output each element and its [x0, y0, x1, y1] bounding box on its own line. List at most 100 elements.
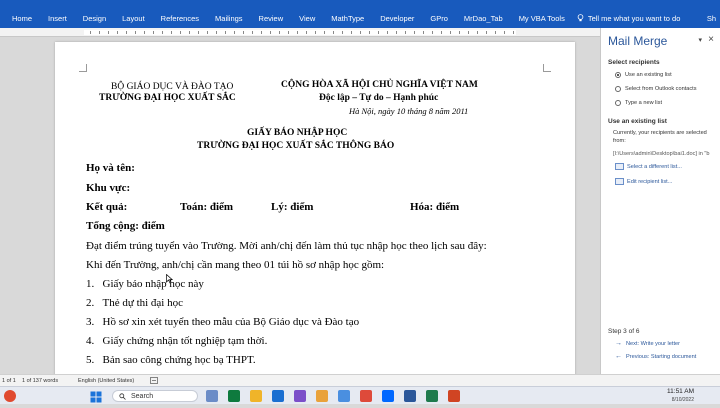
tab-my-vba-tools[interactable]: My VBA Tools [511, 14, 573, 23]
use-existing-list-heading: Use an existing list [608, 118, 667, 125]
taskbar: Search 11:51 AM 8/10/2022 [0, 386, 720, 404]
list-item: 2. Thẻ dự thi đại học [86, 297, 183, 309]
word-icon[interactable] [404, 390, 416, 402]
org-left-line-2: TRƯỜNG ĐẠI HỌC XUẤT SẮC [99, 93, 236, 103]
edit-recipient-list-link[interactable]: Edit recipient list... [627, 179, 672, 185]
clock[interactable]: 11:51 AM 8/10/2022 [667, 388, 694, 404]
tab-gpro[interactable]: GPro [422, 14, 456, 23]
tab-mathtype[interactable]: MathType [323, 14, 372, 23]
tab-mailings[interactable]: Mailings [207, 14, 251, 23]
app-icon-4[interactable] [316, 390, 328, 402]
word-count[interactable]: 1 of 137 words [22, 378, 58, 384]
ruler-tick [270, 31, 271, 34]
pane-options-dropdown[interactable]: ▾ [698, 36, 702, 44]
ruler-tick [252, 31, 253, 34]
tab-insert[interactable]: Insert [40, 14, 75, 23]
ruler-tick [405, 31, 406, 34]
radio-type-new-list[interactable]: Type a new list [615, 100, 662, 106]
ruler-tick [234, 31, 235, 34]
notification-icon[interactable] [4, 390, 16, 402]
status-bar: 1 of 1 1 of 137 words English (United St… [0, 374, 720, 386]
page-count[interactable]: 1 of 1 [2, 378, 16, 384]
ruler-tick [315, 31, 316, 34]
language-indicator[interactable]: English (United States) [78, 378, 134, 384]
ruler-tick [261, 31, 262, 34]
horizontal-ruler[interactable] [0, 28, 600, 37]
chemistry-score: Hóa: điểm [410, 201, 460, 213]
ruler-tick [135, 31, 136, 34]
tab-developer[interactable]: Developer [372, 14, 422, 23]
app-icon-3[interactable] [294, 390, 306, 402]
ruler-tick [387, 31, 388, 34]
tab-layout[interactable]: Layout [114, 14, 153, 23]
close-icon[interactable]: × [708, 34, 714, 45]
accessibility-icon[interactable] [150, 377, 158, 386]
ruler-tick [450, 31, 451, 34]
tab-references[interactable]: References [153, 14, 207, 23]
app-icon-1[interactable] [206, 390, 218, 402]
math-score: Toán: điểm [180, 201, 234, 213]
folder-icon[interactable] [250, 390, 262, 402]
zalo-icon[interactable] [382, 390, 394, 402]
tab-view[interactable]: View [291, 14, 323, 23]
previous-step-link[interactable]: ← Previous: Starting document [615, 353, 696, 360]
ruler-tick [504, 31, 505, 34]
app-icon-5[interactable] [338, 390, 350, 402]
area-label: Khu vực: [86, 182, 131, 194]
app-icon-2[interactable] [228, 390, 240, 402]
select-different-list-link[interactable]: Select a different list... [627, 164, 682, 170]
ruler-tick [513, 31, 514, 34]
ruler-tick [297, 31, 298, 34]
ruler-tick [207, 31, 208, 34]
edge-icon[interactable] [272, 390, 284, 402]
list-item: 1. Giấy báo nhập học này [86, 278, 204, 290]
list-item: 5. Bản sao công chứng học bạ THPT. [86, 354, 256, 366]
taskbar-search[interactable]: Search [112, 390, 198, 402]
ruler-tick [189, 31, 190, 34]
ruler-tick [342, 31, 343, 34]
arrow-right-icon: → [615, 340, 622, 347]
tab-mrdao[interactable]: MrDao_Tab [456, 14, 511, 23]
mouse-cursor-icon [166, 274, 173, 284]
share-button[interactable]: Sh [707, 14, 716, 23]
windows-start-icon[interactable] [90, 390, 102, 403]
ruler-tick [153, 31, 154, 34]
time: 11:51 AM [667, 388, 694, 395]
next-step-link[interactable]: → Next: Write your letter [615, 340, 680, 347]
tell-me-box[interactable]: Tell me what you want to do [577, 14, 680, 23]
tab-home[interactable]: Home [0, 14, 40, 23]
ruler-tick [243, 31, 244, 34]
ribbon-tabs: Home Insert Design Layout References Mai… [0, 8, 720, 28]
ruler-tick [378, 31, 379, 34]
radio-use-existing-list[interactable]: Use an existing list [615, 72, 672, 78]
ruler-tick [423, 31, 424, 34]
list-icon [615, 163, 624, 170]
document-page[interactable]: BỘ GIÁO DỤC VÀ ĐÀO TẠO TRƯỜNG ĐẠI HỌC XU… [55, 42, 575, 374]
list-item: 4. Giấy chứng nhận tốt nghiệp tạm thời. [86, 335, 268, 347]
app-icon-6[interactable] [360, 390, 372, 402]
ruler-tick [441, 31, 442, 34]
ruler-tick [117, 31, 118, 34]
ruler-margin-area [84, 30, 516, 35]
ruler-tick [198, 31, 199, 34]
ruler-tick [432, 31, 433, 34]
ruler-tick [288, 31, 289, 34]
ruler-tick [360, 31, 361, 34]
radio-outlook-contacts[interactable]: Select from Outlook contacts [615, 86, 697, 92]
tab-design[interactable]: Design [75, 14, 114, 23]
current-recipients-text: Currently, your recipients are selected [613, 130, 707, 136]
result-label: Kết quả: [86, 201, 128, 213]
ruler-tick [90, 31, 91, 34]
tab-review[interactable]: Review [251, 14, 292, 23]
document-area: BỘ GIÁO DỤC VÀ ĐÀO TẠO TRƯỜNG ĐẠI HỌC XU… [0, 28, 600, 374]
ruler-tick [324, 31, 325, 34]
search-icon [119, 392, 126, 400]
app-icon-7[interactable] [426, 390, 438, 402]
arrow-left-icon: ← [615, 353, 622, 360]
ruler-tick [162, 31, 163, 34]
step-indicator: Step 3 of 6 [608, 328, 640, 335]
app-icon-8[interactable] [448, 390, 460, 402]
radio-selected-icon [615, 72, 621, 78]
name-label: Họ và tên: [86, 162, 135, 174]
ruler-tick [333, 31, 334, 34]
